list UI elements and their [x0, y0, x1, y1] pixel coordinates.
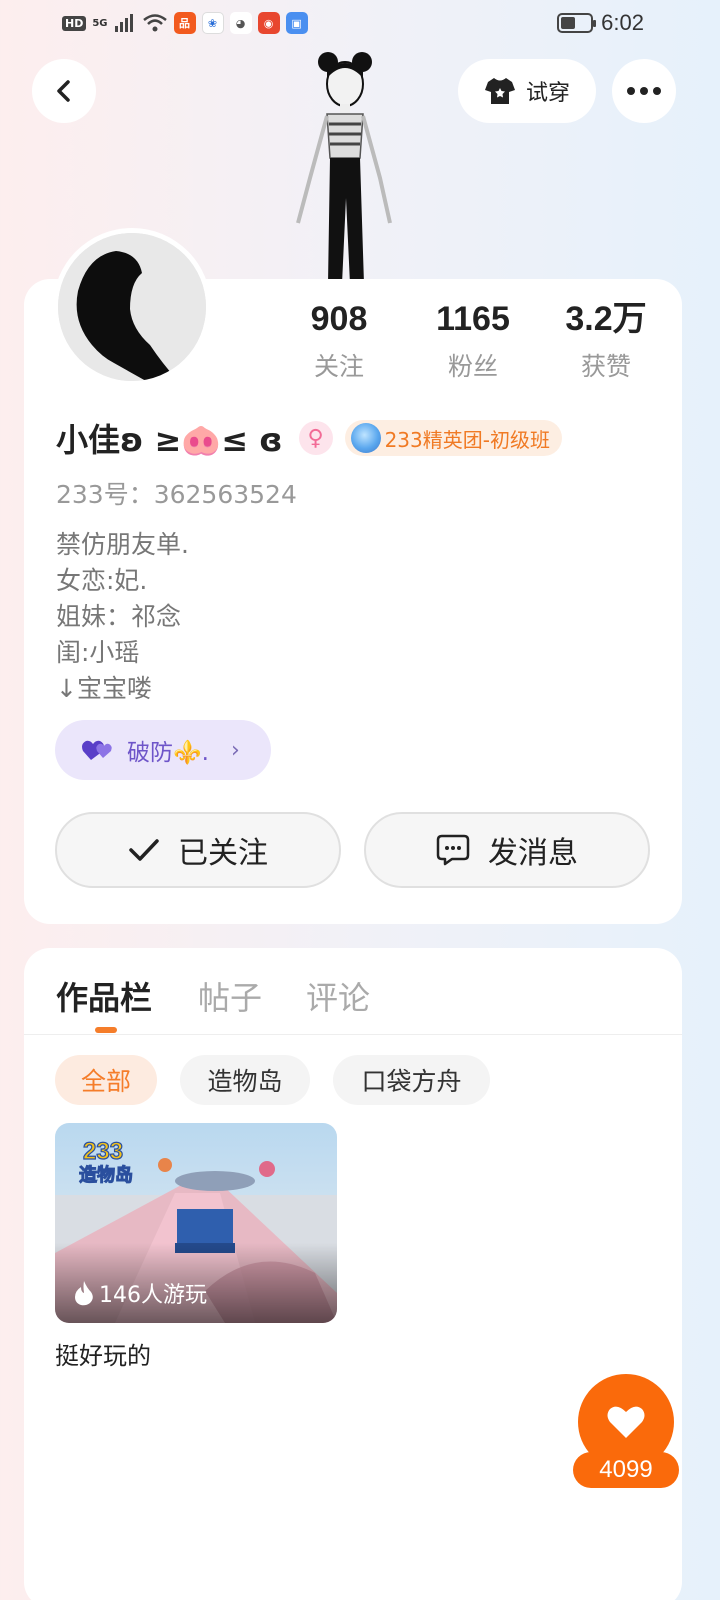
app-icon-1: 品: [173, 12, 196, 34]
tshirt-icon: [484, 78, 515, 104]
level-label: 233精英团-初级班: [384, 427, 550, 452]
tab-indicator: [95, 1027, 117, 1033]
filter-all[interactable]: 全部: [55, 1055, 157, 1105]
thumb-logo: 233: [83, 1138, 123, 1165]
stat-value: 1165: [436, 300, 510, 338]
check-icon: [129, 839, 159, 861]
more-dots-icon: [627, 87, 661, 95]
clock: 6:02: [601, 10, 644, 35]
status-icons-left: HD 5G 品 ❀ ◕ ◉ ▣: [62, 12, 308, 34]
avatar-silhouette: [58, 233, 206, 381]
bio-line: 禁仿朋友单.: [56, 530, 189, 559]
stat-label: 关注: [313, 352, 364, 381]
double-heart-icon: [82, 740, 112, 760]
stat-likes[interactable]: 3.2万 获赞: [541, 297, 671, 383]
female-icon: ♀: [298, 421, 333, 455]
filter-creation-island[interactable]: 造物岛: [180, 1055, 310, 1105]
bio: 禁仿朋友单. 女恋:妃. 姐妹：祁念 闺:小瑶 ↓宝宝喽: [56, 527, 189, 707]
group-label: 破防⚜️.: [127, 740, 209, 766]
chat-bubble-icon: [436, 834, 470, 866]
name-row: 小佳ʚ ≥🐽≤ ɞ ♀ 233精英团-初级班: [56, 416, 562, 460]
thumb-logo-sub: 造物岛: [79, 1164, 133, 1186]
stat-label: 获赞: [580, 352, 631, 381]
bio-line: ↓宝宝喽: [56, 674, 152, 703]
tab-divider: [24, 1034, 682, 1035]
work-thumbnail[interactable]: 233 造物岛 146人游玩: [55, 1123, 337, 1323]
heart-icon: [607, 1406, 645, 1438]
stat-label: 粉丝: [447, 352, 498, 381]
character-figure: [296, 52, 392, 284]
hd-badge: HD: [62, 15, 87, 31]
level-badge[interactable]: 233精英团-初级班: [344, 420, 562, 456]
username: 小佳ʚ ≥🐽≤ ɞ: [56, 421, 283, 459]
filter-pocket-ark[interactable]: 口袋方舟: [333, 1055, 490, 1105]
message-button[interactable]: 发消息: [364, 812, 650, 888]
bio-line: 姐妹：祁念: [56, 602, 182, 631]
stat-followers[interactable]: 1165 粉丝: [408, 297, 538, 383]
message-label: 发消息: [488, 836, 578, 871]
bio-line: 闺:小瑶: [56, 638, 140, 667]
flame-icon: [75, 1281, 93, 1306]
avatar[interactable]: [53, 228, 211, 386]
stat-value: 3.2万: [565, 300, 647, 338]
level-gem-icon: [350, 423, 381, 453]
tab-comments[interactable]: 评论: [306, 973, 370, 1019]
status-icons-right: 6:02: [557, 10, 644, 36]
status-bar: HD 5G 品 ❀ ◕ ◉ ▣ 6:02: [0, 0, 720, 48]
chevron-left-icon: [57, 80, 70, 102]
play-count-label: 146人游玩: [99, 1283, 207, 1308]
follow-label: 已关注: [178, 836, 268, 871]
stat-value: 908: [310, 300, 368, 338]
more-button[interactable]: [612, 59, 676, 123]
try-on-label: 试穿: [525, 81, 570, 106]
signal-icon: [114, 14, 133, 32]
tab-works[interactable]: 作品栏: [56, 973, 152, 1019]
bio-line: 女恋:妃.: [56, 566, 148, 595]
chevron-right-icon: ›: [230, 737, 240, 763]
group-pill[interactable]: 破防⚜️. ›: [55, 720, 271, 780]
wechat-icon: ◕: [229, 12, 252, 34]
bag-icon: ▣: [285, 12, 308, 34]
stat-following[interactable]: 908 关注: [274, 297, 404, 383]
back-button[interactable]: [32, 59, 96, 123]
wifi-icon: [142, 14, 167, 32]
weibo-icon: ◉: [257, 12, 280, 34]
user-id[interactable]: 233号：362563524: [56, 475, 297, 511]
signal-label: 5G: [92, 17, 108, 29]
play-count: 146人游玩: [73, 1277, 207, 1309]
tab-posts[interactable]: 帖子: [198, 973, 262, 1019]
battery-icon: [557, 13, 597, 33]
try-on-button[interactable]: 试穿: [458, 59, 596, 123]
paw-icon: ❀: [201, 12, 224, 34]
work-title[interactable]: 挺好玩的: [55, 1336, 151, 1371]
like-count: 4099: [573, 1452, 679, 1488]
follow-button[interactable]: 已关注: [55, 812, 341, 888]
